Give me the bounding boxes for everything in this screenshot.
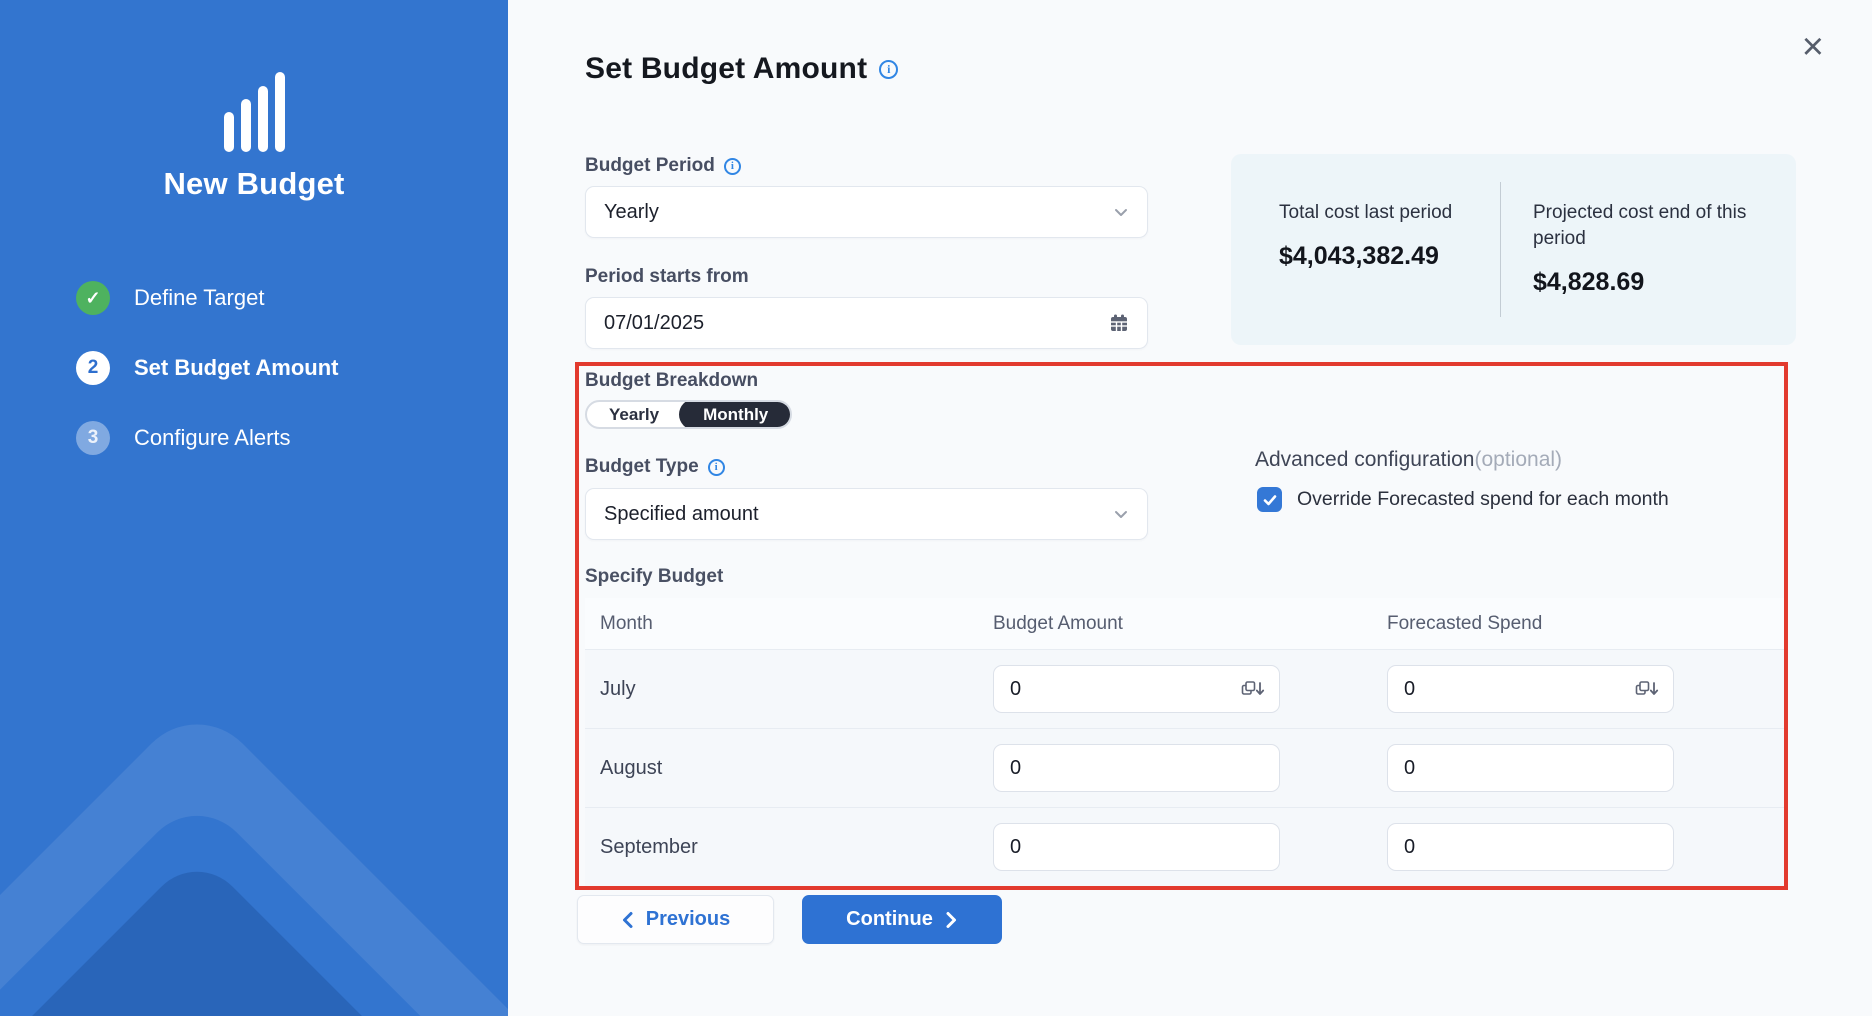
budget-type-label: Budget Type i — [585, 456, 725, 478]
table-row: August — [585, 729, 1788, 808]
step-number: 2 — [76, 351, 110, 385]
stat-value: $4,828.69 — [1533, 268, 1748, 297]
stat-label: Total cost last period — [1279, 200, 1494, 226]
column-header-month: Month — [585, 613, 993, 635]
budget-amount-input[interactable] — [1010, 757, 1265, 780]
chevron-right-icon — [945, 911, 958, 929]
budget-amount-input[interactable] — [1010, 836, 1265, 859]
cost-stats-card: Total cost last period $4,043,382.49 Pro… — [1231, 154, 1796, 345]
forecasted-spend-input[interactable] — [1404, 678, 1635, 701]
step-number: 3 — [76, 421, 110, 455]
budget-period-select[interactable]: Yearly — [585, 186, 1148, 238]
info-icon[interactable]: i — [724, 158, 741, 175]
advanced-config-title: Advanced configuration(optional) — [1255, 448, 1562, 472]
override-forecast-label: Override Forecasted spend for each month — [1297, 488, 1669, 511]
table-row: July — [585, 650, 1788, 729]
stat-label: Projected cost end of this period — [1533, 200, 1748, 252]
wizard-sidebar: New Budget ✓ Define Target 2 Set Budget … — [0, 0, 508, 1016]
bar-chart-icon — [0, 72, 508, 157]
copy-down-icon[interactable] — [1241, 680, 1265, 698]
budget-period-label: Budget Period i — [585, 155, 741, 177]
column-header-budget-amount: Budget Amount — [993, 613, 1387, 635]
table-header: Month Budget Amount Forecasted Spend — [585, 598, 1788, 650]
month-cell: August — [585, 757, 993, 780]
close-icon[interactable]: × — [1802, 28, 1824, 66]
period-starts-label: Period starts from — [585, 266, 749, 288]
budget-type-select[interactable]: Specified amount — [585, 488, 1148, 540]
continue-label: Continue — [846, 908, 933, 931]
continue-button[interactable]: Continue — [802, 895, 1002, 944]
step-set-budget-amount[interactable]: 2 Set Budget Amount — [76, 348, 339, 388]
info-icon[interactable]: i — [708, 459, 725, 476]
budget-breakdown-label: Budget Breakdown — [585, 370, 758, 392]
specify-budget-label: Specify Budget — [585, 566, 723, 588]
optional-label: (optional) — [1475, 448, 1563, 471]
step-label: Set Budget Amount — [134, 355, 339, 381]
period-starts-input[interactable]: 07/01/2025 — [585, 297, 1148, 349]
chevron-down-icon — [1113, 506, 1129, 522]
budget-period-value: Yearly — [604, 201, 659, 224]
toggle-option-monthly[interactable]: Monthly — [679, 400, 792, 429]
stat-value: $4,043,382.49 — [1279, 242, 1500, 271]
set-budget-panel: × Set Budget Amount i Budget Period i Ye… — [508, 0, 1872, 1016]
step-label: Define Target — [134, 285, 264, 311]
previous-button[interactable]: Previous — [577, 895, 774, 944]
step-define-target[interactable]: ✓ Define Target — [76, 278, 339, 318]
wizard-steps: ✓ Define Target 2 Set Budget Amount 3 Co… — [76, 278, 339, 488]
chevron-left-icon — [621, 911, 634, 929]
forecasted-spend-input[interactable] — [1404, 757, 1659, 780]
specify-budget-table: Month Budget Amount Forecasted Spend Jul… — [585, 598, 1788, 887]
toggle-option-yearly[interactable]: Yearly — [587, 400, 681, 429]
wizard-title: New Budget — [0, 166, 508, 202]
page-title: Set Budget Amount — [585, 52, 867, 86]
table-row: September — [585, 808, 1788, 887]
month-cell: September — [585, 836, 993, 859]
chevron-down-icon — [1113, 204, 1129, 220]
period-starts-value: 07/01/2025 — [604, 312, 704, 335]
budget-amount-input[interactable] — [1010, 678, 1241, 701]
column-header-forecasted-spend: Forecasted Spend — [1387, 613, 1788, 635]
budget-type-value: Specified amount — [604, 503, 759, 526]
step-done-check-icon: ✓ — [76, 281, 110, 315]
override-forecast-checkbox[interactable] — [1257, 487, 1282, 512]
checkmark-icon — [1262, 492, 1278, 508]
copy-down-icon[interactable] — [1635, 680, 1659, 698]
step-configure-alerts[interactable]: 3 Configure Alerts — [76, 418, 339, 458]
calendar-icon — [1109, 313, 1129, 333]
month-cell: July — [585, 678, 993, 701]
budget-breakdown-toggle: Yearly Monthly — [585, 400, 792, 429]
info-icon[interactable]: i — [879, 60, 898, 79]
step-label: Configure Alerts — [134, 425, 291, 451]
previous-label: Previous — [646, 908, 730, 931]
forecasted-spend-input[interactable] — [1404, 836, 1659, 859]
